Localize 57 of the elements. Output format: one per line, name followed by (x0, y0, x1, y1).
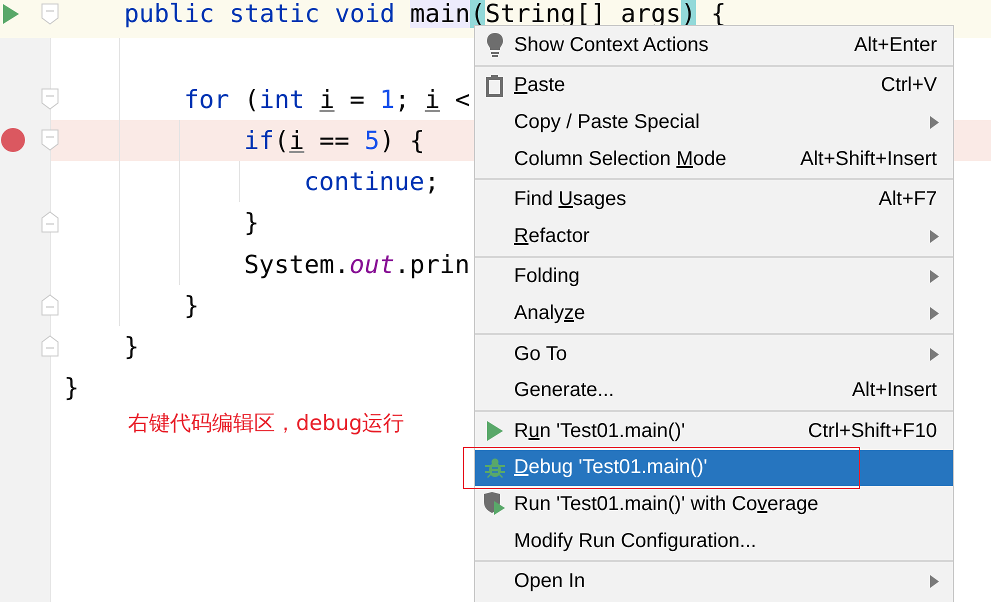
code-line: } (184, 290, 200, 320)
menu-item-label: Column Selection Mode (514, 148, 726, 171)
shield-run-icon (482, 492, 506, 516)
code-line: } (64, 373, 80, 402)
menu-item-label: Run 'Test01.main()' with Coverage (514, 492, 818, 516)
menu-item[interactable]: Column Selection Mode Alt+Shift+Insert (475, 140, 953, 178)
menu-item-label: Paste (514, 74, 566, 98)
annotation-text: 右键代码编辑区，debug运行 (128, 410, 404, 437)
menu-item-label: Copy / Paste Special (514, 110, 700, 134)
menu-item-label: Open In (514, 570, 586, 594)
menu-item[interactable]: Folding (475, 258, 953, 296)
menu-item-label: Go To (514, 342, 567, 366)
menu-item-label: Modify Run Configuration... (514, 530, 756, 553)
menu-item[interactable]: Run 'Test01.main()' Ctrl+Shift+F10 (475, 412, 953, 450)
menu-item-label: Debug 'Test01.main()' (514, 456, 708, 480)
code-line: if(i == 5) { (244, 126, 425, 155)
code-line: } (124, 332, 140, 361)
code-line: for (int i = 1; i < (184, 84, 470, 114)
fold-icon[interactable] (41, 88, 59, 110)
fold-icon[interactable] (41, 294, 59, 316)
shortcut-text: Ctrl+V (880, 74, 937, 98)
lightbulb-icon (486, 33, 502, 58)
menu-item-label: Show Context Actions (514, 34, 709, 57)
code-line: } (244, 208, 260, 238)
menu-item[interactable]: Refactor (475, 218, 953, 255)
menu-item-label: Analyze (514, 302, 586, 325)
fold-icon[interactable] (41, 211, 59, 234)
menu-item[interactable]: Open In (475, 563, 953, 600)
breakpoint-icon[interactable] (1, 128, 25, 152)
menu-item-label: Run 'Test01.main()' (514, 420, 686, 443)
menu-item[interactable]: Run 'Test01.main()' with Coverage (475, 486, 953, 523)
shortcut-text: Alt+Shift+Insert (800, 148, 937, 171)
menu-item-label: Find Usages (514, 188, 626, 212)
run-icon (486, 421, 502, 442)
clipboard-icon (486, 74, 503, 97)
menu-item-label: Generate... (514, 379, 614, 402)
bug-icon (484, 456, 506, 479)
fold-icon[interactable] (41, 334, 59, 357)
shortcut-text: Alt+F7 (878, 188, 937, 212)
run-icon[interactable] (3, 4, 19, 24)
menu-item[interactable]: Find Usages Alt+F7 (475, 181, 953, 218)
menu-item[interactable]: Copy / Paste Special (475, 104, 953, 141)
shortcut-text: Alt+Enter (854, 34, 937, 57)
fold-icon[interactable] (41, 128, 59, 151)
code-line: System.out.prin (244, 250, 470, 279)
menu-item-label: Folding (514, 265, 580, 288)
fold-icon[interactable] (41, 3, 59, 25)
code-line: continue; (304, 167, 440, 196)
menu-item[interactable]: Modify Run Configuration... (475, 522, 953, 560)
menu-item[interactable]: Analyze (475, 295, 953, 332)
menu-item[interactable]: Paste Ctrl+V (475, 68, 953, 104)
menu-item[interactable]: Show Context Actions Alt+Enter (475, 27, 953, 64)
shortcut-text: Alt+Insert (852, 379, 937, 402)
shortcut-text: Ctrl+Shift+F10 (808, 420, 937, 443)
menu-item[interactable]: Go To (475, 336, 953, 372)
menu-item-label: Refactor (514, 224, 590, 248)
menu-item[interactable]: Generate... Alt+Insert (475, 372, 953, 409)
